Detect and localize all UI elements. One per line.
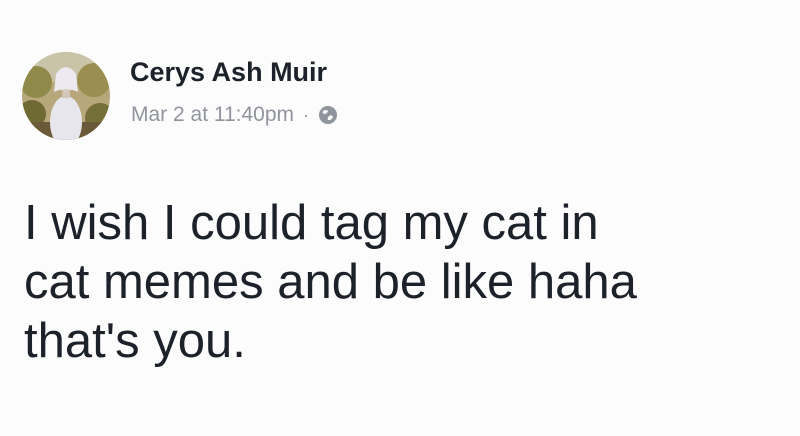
post-text-line: I wish I could tag my cat in (24, 196, 599, 250)
post-text-line: cat memes and be like haha (24, 255, 637, 309)
timestamp[interactable]: Mar 2 at 11:40pm (131, 103, 294, 127)
facebook-post: Cerys Ash Muir Mar 2 at 11:40pm · I wish… (0, 0, 800, 436)
post-meta: Mar 2 at 11:40pm · (131, 103, 338, 127)
post-text: I wish I could tag my cat in cat memes a… (24, 194, 784, 371)
globe-icon[interactable] (318, 105, 338, 125)
avatar[interactable] (22, 52, 110, 140)
profile-photo (22, 52, 110, 140)
separator-dot: · (303, 104, 310, 125)
post-text-line: that's you. (24, 314, 246, 368)
author-name[interactable]: Cerys Ash Muir (130, 57, 327, 88)
